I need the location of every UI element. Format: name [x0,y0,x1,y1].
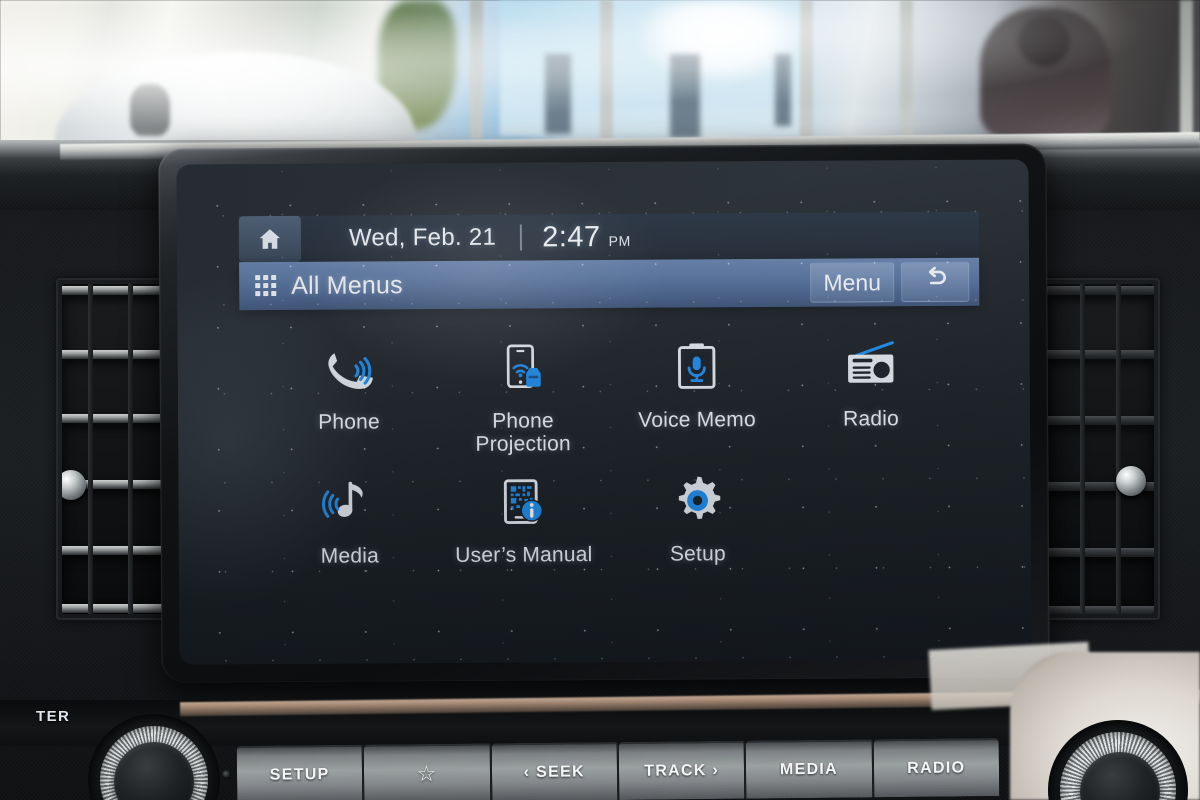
voice-memo-microphone-icon [667,337,727,397]
menu-item-label: User’s Manual [455,543,593,567]
status-ampm: PM [608,232,631,249]
setup-gear-icon [667,471,727,531]
air-vent-right[interactable] [1046,284,1154,614]
hw-button-setup[interactable]: SETUP [236,744,365,800]
reflected-rearview-mirror [130,84,170,136]
phone-projection-icon [493,338,553,398]
hw-button-favorite[interactable]: ☆ [364,743,492,800]
hw-button-seek[interactable]: ‹ SEEK [491,741,620,800]
reflected-window-mullion [600,0,613,140]
home-button[interactable] [238,215,302,263]
menu-item-label: Voice Memo [638,408,756,432]
phone-handset-icon [319,339,379,399]
status-time: 2:47 [542,220,601,253]
menu-item-label: Setup [669,542,726,566]
menu-item-label: Phone [318,410,380,434]
vent-direction-knob-right[interactable] [1116,466,1146,496]
home-icon [257,226,283,252]
console-indicator-led [222,770,231,779]
menu-item-setup[interactable]: Setup [610,467,785,596]
menu-item-label: Phone Projection [475,409,571,456]
status-date: Wed, Feb. 21 [348,223,497,252]
reflected-window-mullion [1180,0,1193,140]
reflected-window-mullion [900,0,913,140]
status-divider [520,224,523,251]
head-unit-ui: Wed, Feb. 21 2:47 PM All Menus Menu Phon… [238,211,981,617]
media-music-note-icon [319,473,379,533]
reflected-window-mullion [470,0,483,140]
reflected-person-head [1018,16,1070,66]
menu-item-radio[interactable]: Radio [784,332,959,461]
status-bar: Wed, Feb. 21 2:47 PM [238,211,980,263]
reflected-building [545,54,571,134]
menu-bar-actions: Menu [810,261,979,303]
vent-direction-knob-left[interactable] [62,470,86,500]
car-dashboard-photo: Wed, Feb. 21 2:47 PM All Menus Menu Phon… [0,0,1200,800]
menu-item-phone[interactable]: Phone [262,335,437,464]
grid-menu-icon [255,275,277,297]
menu-item-voice-memo[interactable]: Voice Memo [610,333,785,462]
reflected-building [775,54,791,126]
star-icon: ☆ [416,760,438,787]
hardware-button-strip: SETUP ☆ ‹ SEEK TRACK › MEDIA RADIO [236,738,1000,800]
infotainment-display[interactable]: Wed, Feb. 21 2:47 PM All Menus Menu Phon… [176,159,1032,665]
hw-button-track[interactable]: TRACK › [618,740,747,800]
menu-item-users-manual[interactable]: User’s Manual [436,468,611,597]
hw-button-media[interactable]: MEDIA [746,739,874,799]
back-button[interactable] [901,261,970,303]
menu-item-label: Radio [843,407,900,431]
menu-button[interactable]: Menu [810,262,895,303]
dash-partial-label: TER [36,708,71,725]
menu-item-label: Media [320,544,380,568]
hw-button-radio[interactable]: RADIO [873,738,1000,798]
air-vent-left[interactable] [62,284,172,614]
menu-grid-empty-cell [784,466,959,595]
users-manual-qr-icon [493,472,553,532]
menu-item-media[interactable]: Media [262,469,437,598]
all-menus-title: All Menus [291,270,403,300]
all-menus-grid: Phone Phone Projection Voice Memo Radio … [239,316,981,599]
reflected-window-mullion [800,0,813,140]
infotainment-screen-bezel: Wed, Feb. 21 2:47 PM All Menus Menu Phon… [158,143,1050,683]
reflected-building [670,54,700,138]
menu-item-phone-projection[interactable]: Phone Projection [436,334,611,463]
all-menus-bar: All Menus Menu [239,257,980,311]
radio-icon [841,336,901,396]
back-arrow-icon [919,263,951,301]
